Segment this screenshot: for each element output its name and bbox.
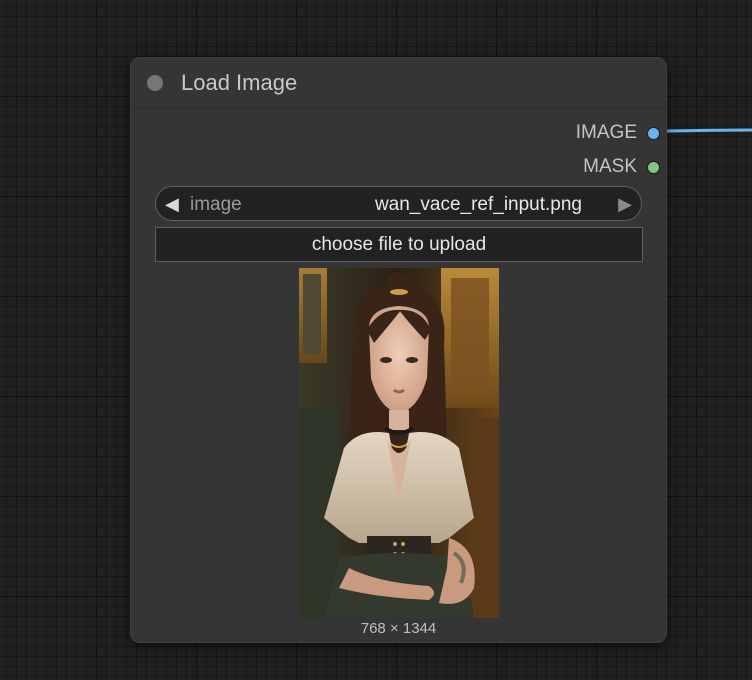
choose-file-upload-button[interactable]: choose file to upload xyxy=(155,227,643,262)
output-slot-mask-dot[interactable] xyxy=(647,160,660,174)
output-slot-mask[interactable]: MASK xyxy=(583,155,660,179)
triangle-left-icon[interactable]: ◀ xyxy=(165,194,179,214)
portrait-illustration xyxy=(299,268,499,618)
output-slot-image-dot[interactable] xyxy=(647,126,660,140)
node-collapse-dot[interactable] xyxy=(147,75,163,91)
output-slot-mask-label: MASK xyxy=(583,156,637,177)
output-slot-image[interactable]: IMAGE xyxy=(576,121,660,145)
output-slot-image-label: IMAGE xyxy=(575,122,637,143)
load-image-node[interactable]: Load Image IMAGE MASK ◀ image wan_vace_r… xyxy=(130,57,667,643)
image-combo-widget[interactable]: ◀ image wan_vace_ref_input.png ▶ xyxy=(155,186,642,221)
link-wire-path xyxy=(656,128,752,133)
image-size-label: 768 × 1344 xyxy=(360,620,437,637)
image-preview xyxy=(299,268,499,618)
triangle-right-icon[interactable]: ▶ xyxy=(618,194,632,214)
image-combo-label: image xyxy=(190,194,242,215)
node-header[interactable]: Load Image xyxy=(131,58,666,109)
image-combo-value[interactable]: wan_vace_ref_input.png xyxy=(375,194,582,216)
node-title: Load Image xyxy=(181,70,298,95)
